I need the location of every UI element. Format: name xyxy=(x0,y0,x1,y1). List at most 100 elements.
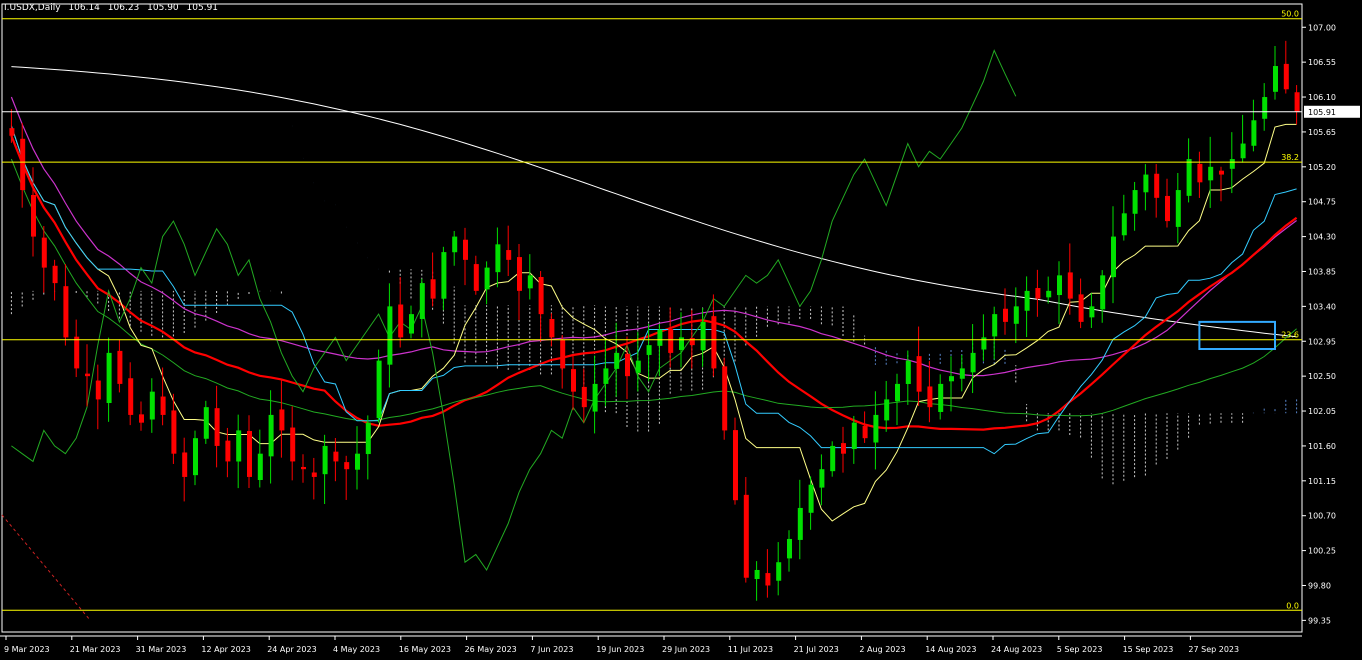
candle-body xyxy=(203,407,209,439)
candle-body xyxy=(1046,290,1052,298)
x-tick-label: 24 Apr 2023 xyxy=(267,645,316,654)
candle-body xyxy=(355,453,360,470)
y-tick-label: 101.15 xyxy=(1308,477,1336,486)
y-tick-label: 102.05 xyxy=(1308,407,1336,416)
tenkan-line xyxy=(10,123,1297,522)
candle-body xyxy=(992,314,998,337)
candle-body xyxy=(495,244,501,273)
plot-frame xyxy=(1,3,1303,633)
candle-body xyxy=(1251,120,1257,146)
candle-body xyxy=(722,366,728,431)
candle-body xyxy=(603,368,609,384)
candle-body xyxy=(95,380,101,400)
x-tick-label: 27 Sep 2023 xyxy=(1188,645,1239,654)
candle-body xyxy=(884,399,890,421)
candle-body xyxy=(31,194,36,237)
candles xyxy=(9,40,1300,601)
current-price-tag-label: 105.91 xyxy=(1308,108,1336,117)
candle-body xyxy=(1219,170,1224,175)
candle-body xyxy=(1165,195,1170,222)
y-tick-label: 100.70 xyxy=(1308,512,1336,521)
x-tick-label: 21 Mar 2023 xyxy=(70,645,121,654)
y-tick-label: 105.20 xyxy=(1308,163,1336,172)
candle-body xyxy=(279,409,285,431)
candle-body xyxy=(149,391,155,420)
candle-body xyxy=(797,507,803,540)
candle-body xyxy=(873,414,879,443)
x-tick-label: 5 Sep 2023 xyxy=(1057,645,1103,654)
candle-body xyxy=(517,257,522,291)
y-tick-label: 102.95 xyxy=(1308,337,1336,346)
candle-body xyxy=(851,422,857,450)
candle-body xyxy=(225,440,231,462)
candle-body xyxy=(311,472,317,477)
candle-body xyxy=(970,352,976,373)
y-tick-label: 99.35 xyxy=(1308,616,1331,625)
candle-body xyxy=(959,368,965,379)
candle-body xyxy=(117,350,123,384)
candle-body xyxy=(365,422,371,455)
candle-body xyxy=(581,386,587,408)
chikou-line xyxy=(11,49,1017,572)
fib-level-label: 0.0 xyxy=(1286,601,1299,610)
candle-body xyxy=(193,438,198,476)
x-tick-label: 11 Jul 2023 xyxy=(728,645,773,654)
candle-body xyxy=(949,376,954,382)
candle-body xyxy=(1240,143,1246,159)
x-tick-label: 4 May 2023 xyxy=(333,645,380,654)
candle-body xyxy=(711,316,717,369)
candle-body xyxy=(560,339,566,369)
candle-body xyxy=(981,337,987,350)
x-tick-label: 7 Jun 2023 xyxy=(530,645,573,654)
candle-body xyxy=(1013,306,1019,324)
candle-body xyxy=(463,239,468,260)
x-tick-label: 16 May 2023 xyxy=(399,645,451,654)
candle-body xyxy=(754,569,760,580)
candle-body xyxy=(733,430,738,501)
candle-body xyxy=(765,573,771,586)
x-tick-label: 14 Aug 2023 xyxy=(925,645,976,654)
candle-body xyxy=(1035,288,1041,299)
trend-line xyxy=(1,514,91,621)
candle-body xyxy=(1067,272,1073,299)
candle-body xyxy=(398,304,404,338)
candle-body xyxy=(776,562,782,581)
candle-body xyxy=(506,250,512,260)
candle-body xyxy=(787,538,792,559)
fib-level-label: 38.2 xyxy=(1281,153,1299,162)
candle-body xyxy=(236,430,242,462)
candle-body xyxy=(301,466,306,470)
candle-body xyxy=(268,414,274,457)
candle-body xyxy=(527,275,533,289)
candle-body xyxy=(182,452,188,477)
candle-body xyxy=(646,345,652,355)
y-tick-label: 103.40 xyxy=(1308,302,1336,311)
candle-body xyxy=(419,283,425,319)
candle-body xyxy=(1283,63,1289,90)
x-tick-label: 15 Sep 2023 xyxy=(1123,645,1174,654)
candle-body xyxy=(171,410,177,454)
candle-body xyxy=(106,352,112,404)
candle-body xyxy=(409,314,414,334)
candle-body xyxy=(625,353,630,377)
candle-body xyxy=(916,356,922,392)
candle-body xyxy=(214,408,220,446)
candle-body xyxy=(473,264,479,291)
y-tick-label: 104.30 xyxy=(1308,233,1336,242)
candle-body xyxy=(85,373,90,377)
x-tick-label: 2 Aug 2023 xyxy=(859,645,905,654)
candle-body xyxy=(257,453,263,481)
x-tick-label: 9 Mar 2023 xyxy=(4,645,50,654)
candle-body xyxy=(1121,213,1127,236)
candle-body xyxy=(63,286,69,338)
highlight-box xyxy=(1198,320,1277,351)
candle-body xyxy=(1003,308,1008,322)
candle-body xyxy=(1273,66,1278,92)
candle-body xyxy=(452,236,458,253)
candle-body xyxy=(1154,173,1160,198)
price-chart[interactable]: 50.0 38.2 23.6 0.0 99.35 99.80 100.25 100.70 101… xyxy=(0,0,1362,660)
y-tick-label: 103.85 xyxy=(1308,267,1336,276)
candle-body xyxy=(1057,275,1062,296)
candle-body xyxy=(160,396,166,415)
x-tick-label: 19 Jun 2023 xyxy=(596,645,644,654)
